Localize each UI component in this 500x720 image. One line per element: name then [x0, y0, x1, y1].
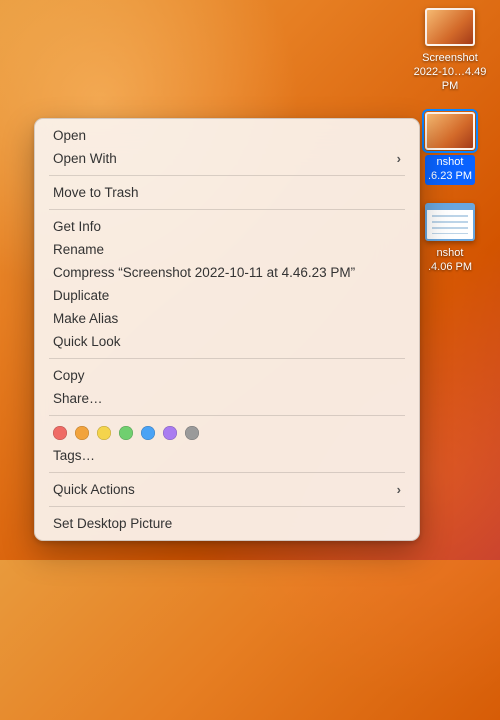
menu-item-make-alias[interactable]: Make Alias — [35, 307, 419, 330]
menu-item-compress-screenshot-2022-10-11-at-4-46-23-pm[interactable]: Compress “Screenshot 2022-10-11 at 4.46.… — [35, 261, 419, 284]
menu-separator — [49, 506, 405, 507]
menu-item-label: Compress “Screenshot 2022-10-11 at 4.46.… — [53, 261, 355, 284]
menu-item-share[interactable]: Share… — [35, 387, 419, 410]
menu-item-label: Quick Look — [53, 330, 121, 353]
menu-item-get-info[interactable]: Get Info — [35, 215, 419, 238]
menu-separator — [49, 209, 405, 210]
menu-separator — [49, 472, 405, 473]
screenshot-thumbnail-icon — [425, 8, 475, 46]
menu-item-copy[interactable]: Copy — [35, 364, 419, 387]
menu-item-label: Rename — [53, 238, 104, 261]
desktop-file-label: nshot .4.06 PM — [425, 246, 475, 276]
tag-color-dot[interactable] — [75, 426, 89, 440]
menu-item-open-with[interactable]: Open With › — [35, 147, 419, 170]
tag-color-dot[interactable] — [97, 426, 111, 440]
menu-item-label: Make Alias — [53, 307, 118, 330]
menu-item-label: Tags… — [53, 444, 95, 467]
menu-item-label: Quick Actions — [53, 478, 135, 501]
desktop-file-label: Screenshot 2022-10…4.49 PM — [405, 51, 495, 94]
tag-color-dot[interactable] — [163, 426, 177, 440]
menu-item-label: Set Desktop Picture — [53, 512, 172, 535]
menu-item-label: Open With — [53, 147, 117, 170]
tag-color-row — [35, 421, 419, 444]
menu-item-label: Share… — [53, 387, 103, 410]
tag-color-dot[interactable] — [119, 426, 133, 440]
screenshot-thumbnail-icon — [425, 203, 475, 241]
chevron-right-icon: › — [397, 147, 401, 170]
menu-item-quick-actions[interactable]: Quick Actions › — [35, 478, 419, 501]
menu-separator — [49, 175, 405, 176]
menu-item-rename[interactable]: Rename — [35, 238, 419, 261]
menu-item-label: Get Info — [53, 215, 101, 238]
context-menu: OpenOpen With › Move to Trash Get InfoRenam… — [34, 118, 420, 541]
menu-item-label: Duplicate — [53, 284, 109, 307]
tag-color-dot[interactable] — [141, 426, 155, 440]
menu-item-set-desktop-picture[interactable]: Set Desktop Picture — [35, 512, 419, 535]
menu-item-duplicate[interactable]: Duplicate — [35, 284, 419, 307]
menu-item-move-to-trash[interactable]: Move to Trash — [35, 181, 419, 204]
desktop-file-1[interactable]: Screenshot 2022-10…4.49 PM — [405, 8, 495, 94]
menu-item-open[interactable]: Open — [35, 124, 419, 147]
tag-color-dot[interactable] — [53, 426, 67, 440]
menu-separator — [49, 358, 405, 359]
desktop-adjacent-column: M M — [470, 140, 500, 332]
menu-item-label: Open — [53, 124, 86, 147]
menu-item-tags[interactable]: Tags… — [35, 444, 419, 467]
menu-item-label: Move to Trash — [53, 181, 139, 204]
menu-separator — [49, 415, 405, 416]
desktop-file-label: nshot .6.23 PM — [425, 155, 475, 185]
chevron-right-icon: › — [397, 478, 401, 501]
menu-item-quick-look[interactable]: Quick Look — [35, 330, 419, 353]
tag-color-dot[interactable] — [185, 426, 199, 440]
menu-item-label: Copy — [53, 364, 85, 387]
screenshot-thumbnail-icon — [425, 112, 475, 150]
